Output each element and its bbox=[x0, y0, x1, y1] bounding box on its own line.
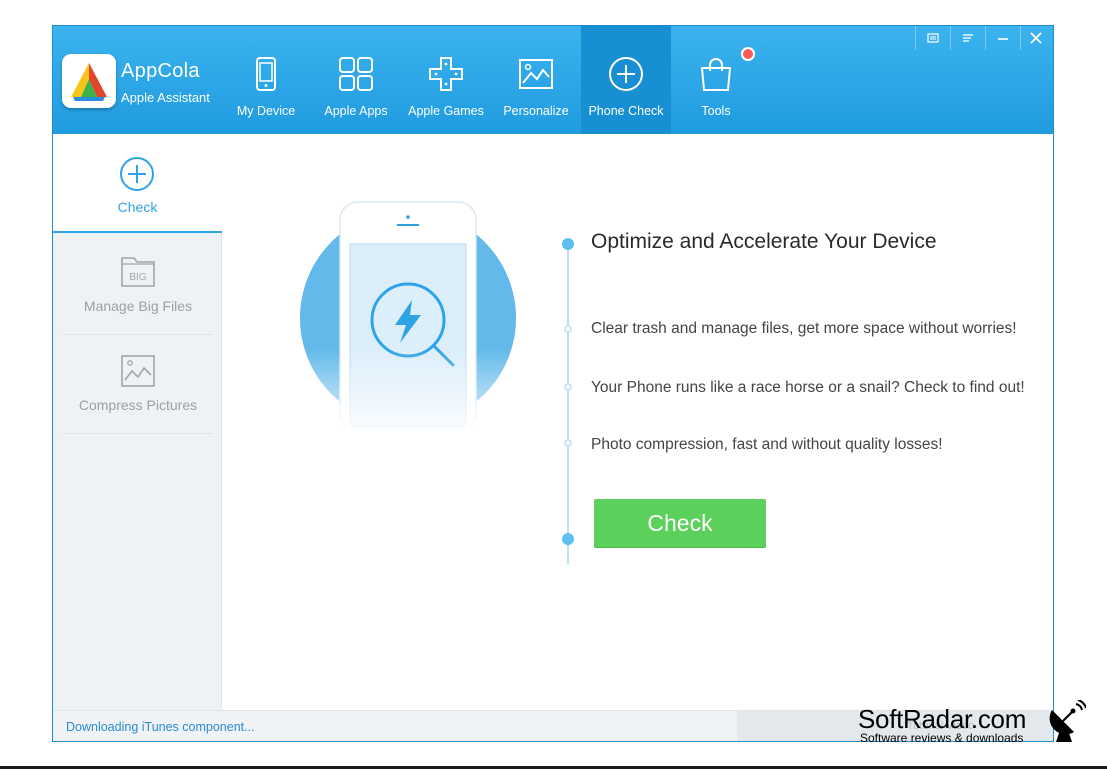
list-button[interactable] bbox=[951, 26, 985, 50]
satellite-dish-icon bbox=[1049, 700, 1086, 742]
sidebar-item-label: Check bbox=[117, 199, 158, 215]
minimize-icon bbox=[998, 38, 1008, 40]
sidebar: Check BIG Manage Big Files Compress Pict… bbox=[53, 134, 222, 710]
nav-label: Apple Apps bbox=[324, 104, 388, 118]
sidebar-item-label: Manage Big Files bbox=[83, 298, 193, 314]
nav-my-device[interactable]: My Device bbox=[221, 26, 311, 134]
gamepad-icon bbox=[429, 57, 463, 91]
picture-icon bbox=[519, 59, 553, 89]
nav-apple-games[interactable]: Apple Games bbox=[401, 26, 491, 134]
watermark-subtitle: Software reviews & downloads bbox=[860, 731, 1024, 745]
sidebar-item-manage-big-files[interactable]: BIG Manage Big Files bbox=[63, 236, 213, 335]
app-name: AppCola bbox=[121, 60, 200, 82]
sidebar-divider bbox=[63, 433, 213, 434]
app-subtitle: Apple Assistant bbox=[121, 90, 210, 105]
main-headline: Optimize and Accelerate Your Device bbox=[591, 230, 937, 253]
nav-label: Apple Games bbox=[408, 104, 484, 118]
picture-icon bbox=[121, 355, 155, 387]
minimize-button[interactable] bbox=[986, 26, 1020, 50]
plus-circle-icon bbox=[120, 157, 154, 191]
list-icon bbox=[963, 34, 973, 42]
device-icon bbox=[256, 57, 276, 91]
nav-label: Tools bbox=[701, 104, 731, 118]
apps-grid-icon bbox=[339, 57, 373, 91]
big-folder-icon: BIG bbox=[121, 257, 155, 287]
header-bar: AppCola Apple Assistant My Device Apple … bbox=[53, 26, 1053, 134]
close-button[interactable] bbox=[1019, 26, 1053, 50]
feature-text: Photo compression, fast and without qual… bbox=[591, 436, 943, 453]
status-text: Downloading iTunes component... bbox=[66, 720, 255, 734]
watermark: SoftRadar.com Software reviews & downloa… bbox=[858, 700, 1098, 746]
sidebar-item-compress-pictures[interactable]: Compress Pictures bbox=[63, 335, 213, 434]
nav-tools[interactable]: Tools bbox=[671, 26, 761, 134]
nav-label: My Device bbox=[236, 104, 296, 118]
nav-label: Phone Check bbox=[588, 104, 664, 118]
sidebar-item-label: Compress Pictures bbox=[78, 397, 198, 413]
nav-apple-apps[interactable]: Apple Apps bbox=[311, 26, 401, 134]
feature-timeline bbox=[562, 238, 574, 564]
app-logo bbox=[62, 54, 116, 108]
shopping-bag-icon bbox=[700, 58, 732, 91]
plus-circle-icon bbox=[609, 57, 643, 91]
nav-personalize[interactable]: Personalize bbox=[491, 26, 581, 134]
nav-label: Personalize bbox=[503, 104, 569, 118]
nav-phone-check[interactable]: Phone Check bbox=[581, 26, 671, 134]
check-button[interactable]: Check bbox=[594, 499, 766, 547]
menu-button[interactable] bbox=[916, 26, 950, 50]
phone-check-illustration bbox=[299, 201, 519, 428]
notification-badge bbox=[741, 47, 755, 61]
menu-icon bbox=[927, 33, 939, 43]
feature-text: Clear trash and manage files, get more s… bbox=[591, 320, 1017, 337]
sidebar-item-check[interactable]: Check bbox=[53, 134, 222, 233]
app-window: AppCola Apple Assistant My Device Apple … bbox=[52, 25, 1054, 742]
big-label: BIG bbox=[129, 272, 146, 283]
main-panel: Optimize and Accelerate Your Device Clea… bbox=[223, 134, 1053, 710]
close-icon bbox=[1030, 32, 1042, 44]
feature-text: Your Phone runs like a race horse or a s… bbox=[591, 379, 1025, 396]
